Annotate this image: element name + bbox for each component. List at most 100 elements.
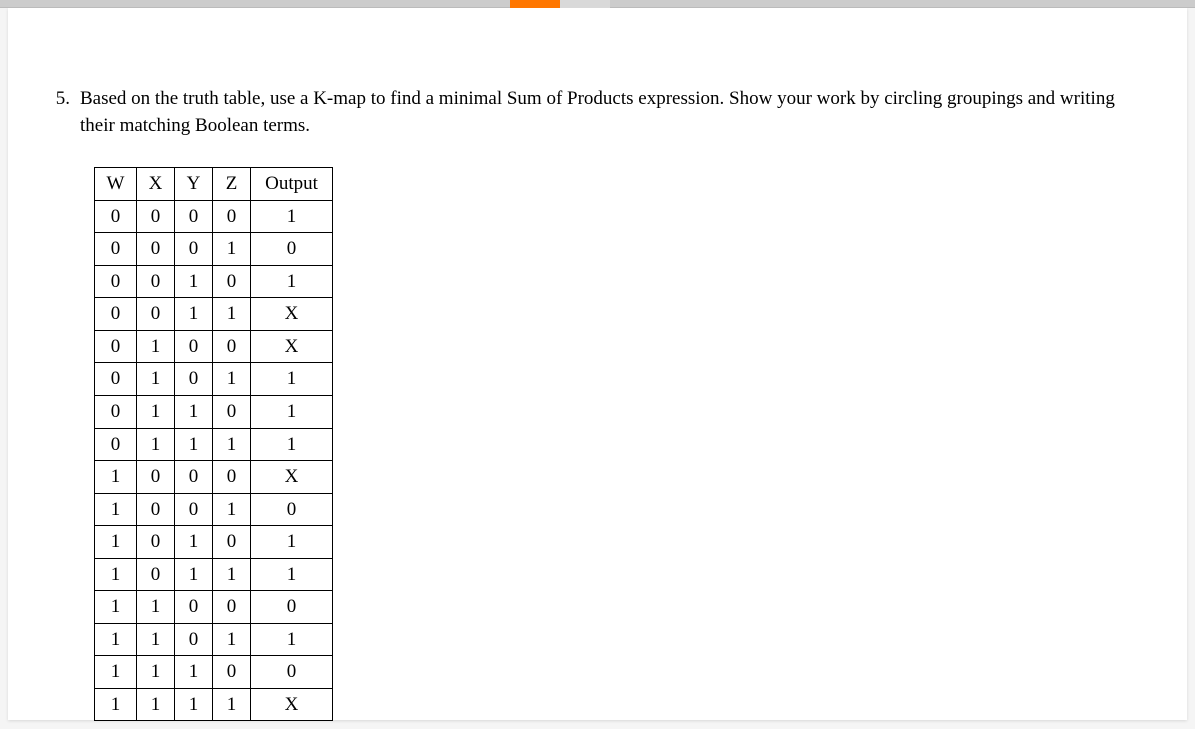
cell-x: 1 <box>137 330 175 363</box>
cell-y: 0 <box>175 623 213 656</box>
cell-out: X <box>251 330 333 363</box>
cell-y: 1 <box>175 688 213 721</box>
cell-w: 1 <box>95 591 137 624</box>
cell-out: 0 <box>251 656 333 689</box>
cell-w: 1 <box>95 461 137 494</box>
cell-z: 1 <box>213 298 251 331</box>
cell-x: 0 <box>137 493 175 526</box>
cell-out: 1 <box>251 428 333 461</box>
question-block: 5. Based on the truth table, use a K-map… <box>48 86 1147 139</box>
table-row: 0011X <box>95 298 333 331</box>
table-row: 1111X <box>95 688 333 721</box>
cell-w: 0 <box>95 363 137 396</box>
cell-out: 1 <box>251 396 333 429</box>
cell-x: 1 <box>137 688 175 721</box>
cell-x: 1 <box>137 623 175 656</box>
cell-z: 0 <box>213 265 251 298</box>
cell-z: 0 <box>213 200 251 233</box>
table-row: 01101 <box>95 396 333 429</box>
cell-x: 0 <box>137 298 175 331</box>
table-row: 11000 <box>95 591 333 624</box>
cell-w: 1 <box>95 526 137 559</box>
cell-z: 1 <box>213 428 251 461</box>
cell-w: 1 <box>95 558 137 591</box>
cell-out: 0 <box>251 493 333 526</box>
cell-out: X <box>251 688 333 721</box>
cell-z: 0 <box>213 396 251 429</box>
cell-out: 0 <box>251 591 333 624</box>
cell-y: 1 <box>175 396 213 429</box>
top-bar <box>0 0 1195 8</box>
truth-table-wrap: W X Y Z Output 0000100010001010011X0100X… <box>94 167 1147 721</box>
table-row: 11100 <box>95 656 333 689</box>
header-x: X <box>137 168 175 201</box>
cell-out: X <box>251 461 333 494</box>
cell-z: 0 <box>213 591 251 624</box>
cell-z: 1 <box>213 623 251 656</box>
cell-z: 1 <box>213 688 251 721</box>
cell-x: 0 <box>137 233 175 266</box>
cell-out: 1 <box>251 526 333 559</box>
table-row: 00001 <box>95 200 333 233</box>
cell-z: 1 <box>213 493 251 526</box>
cell-out: 1 <box>251 558 333 591</box>
cell-y: 0 <box>175 200 213 233</box>
cell-y: 1 <box>175 656 213 689</box>
table-row: 01111 <box>95 428 333 461</box>
header-w: W <box>95 168 137 201</box>
cell-out: 0 <box>251 233 333 266</box>
table-row: 10101 <box>95 526 333 559</box>
cell-y: 0 <box>175 363 213 396</box>
top-accent-orange <box>510 0 560 8</box>
cell-z: 1 <box>213 558 251 591</box>
table-row: 10111 <box>95 558 333 591</box>
question-text: Based on the truth table, use a K-map to… <box>80 86 1130 139</box>
truth-table: W X Y Z Output 0000100010001010011X0100X… <box>94 167 333 721</box>
cell-y: 0 <box>175 461 213 494</box>
cell-x: 1 <box>137 363 175 396</box>
cell-z: 0 <box>213 656 251 689</box>
cell-y: 0 <box>175 330 213 363</box>
cell-x: 1 <box>137 428 175 461</box>
top-accent-gray <box>560 0 610 8</box>
cell-w: 0 <box>95 298 137 331</box>
cell-w: 0 <box>95 200 137 233</box>
cell-out: 1 <box>251 265 333 298</box>
cell-w: 1 <box>95 623 137 656</box>
cell-z: 0 <box>213 330 251 363</box>
table-row: 00101 <box>95 265 333 298</box>
table-row: 0100X <box>95 330 333 363</box>
cell-y: 0 <box>175 493 213 526</box>
cell-y: 0 <box>175 233 213 266</box>
cell-y: 1 <box>175 265 213 298</box>
cell-w: 0 <box>95 330 137 363</box>
cell-w: 1 <box>95 493 137 526</box>
cell-z: 1 <box>213 233 251 266</box>
page-content: 5. Based on the truth table, use a K-map… <box>8 8 1187 720</box>
cell-out: 1 <box>251 363 333 396</box>
cell-z: 0 <box>213 461 251 494</box>
cell-y: 1 <box>175 558 213 591</box>
cell-y: 1 <box>175 428 213 461</box>
cell-x: 0 <box>137 200 175 233</box>
cell-x: 0 <box>137 526 175 559</box>
cell-z: 0 <box>213 526 251 559</box>
table-row: 1000X <box>95 461 333 494</box>
cell-w: 0 <box>95 428 137 461</box>
cell-x: 0 <box>137 265 175 298</box>
cell-y: 1 <box>175 526 213 559</box>
cell-out: X <box>251 298 333 331</box>
cell-w: 0 <box>95 265 137 298</box>
cell-out: 1 <box>251 200 333 233</box>
cell-x: 0 <box>137 461 175 494</box>
header-y: Y <box>175 168 213 201</box>
cell-x: 1 <box>137 656 175 689</box>
question-number: 5. <box>48 86 70 113</box>
table-row: 01011 <box>95 363 333 396</box>
cell-x: 0 <box>137 558 175 591</box>
cell-y: 1 <box>175 298 213 331</box>
cell-x: 1 <box>137 591 175 624</box>
cell-w: 0 <box>95 233 137 266</box>
cell-out: 1 <box>251 623 333 656</box>
header-output: Output <box>251 168 333 201</box>
